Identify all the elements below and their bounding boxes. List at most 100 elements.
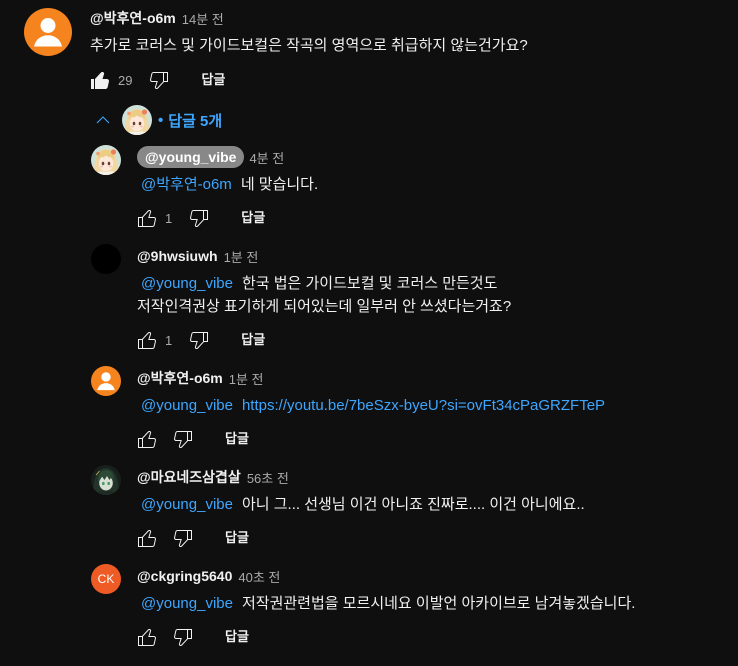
reply: @박후연-o6m 1분 전 @young_vibe https://youtu.b…: [91, 366, 635, 457]
reply-author-avatar[interactable]: [91, 465, 121, 495]
reply-time[interactable]: 1분 전: [224, 247, 259, 266]
thumbs-up-icon: [135, 526, 159, 550]
like-count: 1: [165, 332, 173, 348]
like-button[interactable]: [129, 520, 165, 556]
reply-message: 아니 그... 선생님 이건 아니죠 진짜로.... 이건 아니에요..: [241, 496, 585, 513]
thumbs-down-icon: [171, 625, 195, 649]
like-button[interactable]: [129, 421, 165, 457]
thumbs-up-icon: [135, 625, 159, 649]
reply-button[interactable]: 답글: [225, 200, 281, 236]
reply-text: @박후연-o6m 네 맞습니다.: [137, 173, 318, 196]
reply-header: @ckgring5640 40초 전: [137, 564, 635, 588]
thumbs-down-icon: [147, 68, 171, 92]
url-link[interactable]: https://youtu.be/7beSzx-byeU?si=ovFt34cP…: [242, 397, 605, 414]
comment-thread: @박후연-o6m 14분 전 추가로 코러스 및 가이드보컬은 작곡의 영역으로…: [24, 8, 528, 138]
default-person-icon: [91, 366, 121, 396]
reply-header: @박후연-o6m 1분 전: [137, 366, 605, 390]
reply-button[interactable]: 답글: [225, 322, 281, 358]
thumbs-up-icon: [135, 328, 159, 352]
comment-text: 추가로 코러스 및 가이드보컬은 작곡의 영역으로 취급하지 않는건가요?: [90, 37, 528, 54]
like-button[interactable]: [129, 322, 165, 358]
reply-author-avatar[interactable]: [91, 244, 121, 274]
reply-author[interactable]: @마요네즈삼겹살: [137, 467, 241, 487]
like-button[interactable]: [82, 62, 118, 98]
like-button[interactable]: [129, 619, 165, 655]
avatar-initials: CK: [97, 572, 115, 586]
reply-header: @마요네즈삼겹살 56초 전: [137, 465, 585, 489]
reply-text: @young_vibe https://youtu.be/7beSzx-byeU?…: [137, 394, 605, 417]
dislike-button[interactable]: [165, 520, 201, 556]
reply-author-avatar[interactable]: [91, 145, 121, 175]
reply-author[interactable]: @ckgring5640: [137, 568, 232, 584]
dislike-button[interactable]: [165, 619, 201, 655]
reply-author[interactable]: @박후연-o6m: [137, 368, 223, 388]
profile-image-icon: [91, 145, 121, 175]
reply-author[interactable]: @9hwsiuwh: [137, 248, 218, 264]
dislike-button[interactable]: [165, 421, 201, 457]
reply-actions: 답글: [129, 520, 585, 556]
comment-time[interactable]: 14분 전: [182, 9, 224, 28]
thumbs-down-icon: [171, 427, 195, 451]
reply-body: @9hwsiuwh 1분 전 @young_vibe 한국 법은 가이드보컬 및 …: [137, 244, 511, 358]
comment-author-avatar[interactable]: [24, 8, 72, 56]
thumbs-down-icon: [171, 526, 195, 550]
reply-body: @박후연-o6m 1분 전 @young_vibe https://youtu.b…: [137, 366, 605, 457]
thumbs-down-icon: [187, 328, 211, 352]
dislike-button[interactable]: [181, 200, 217, 236]
mention-link[interactable]: @young_vibe: [141, 275, 233, 292]
reply-header: @young_vibe 4분 전: [137, 145, 318, 169]
mention-link[interactable]: @young_vibe: [141, 496, 233, 513]
reply-button[interactable]: 답글: [209, 520, 265, 556]
reply-actions: 1 답글: [129, 200, 318, 236]
like-count: 1: [165, 210, 173, 226]
channel-owner-author-badge[interactable]: @young_vibe: [137, 146, 245, 168]
mention-link[interactable]: @young_vibe: [141, 595, 233, 612]
reply: CK @ckgring5640 40초 전 @young_vibe 저작권관련법을…: [91, 564, 635, 655]
reply-actions: 1 답글: [129, 322, 511, 358]
like-button[interactable]: [129, 200, 165, 236]
dislike-button[interactable]: [181, 322, 217, 358]
thumbs-up-filled-icon: [88, 68, 112, 92]
dislike-button[interactable]: [141, 62, 177, 98]
reply-message: 저작권관련법을 모르시네요 이발언 아카이브로 남겨놓겠습니다.: [241, 595, 636, 612]
comment-author[interactable]: @박후연-o6m: [90, 8, 176, 28]
reply-button[interactable]: 답글: [185, 62, 241, 98]
reply-message: 네 맞습니다.: [240, 176, 319, 193]
replies-author-avatar: [122, 105, 152, 135]
reply-text: @young_vibe 저작권관련법을 모르시네요 이발언 아카이브로 남겨놓겠습…: [137, 592, 635, 615]
mention-link[interactable]: @박후연-o6m: [141, 176, 232, 193]
reply-time[interactable]: 4분 전: [249, 148, 284, 167]
comment-header: @박후연-o6m 14분 전: [90, 8, 528, 28]
reply-author-avatar[interactable]: [91, 366, 121, 396]
default-person-icon: [24, 8, 72, 56]
reply-text: @young_vibe 한국 법은 가이드보컬 및 코러스 만든것도 저작인격권상…: [137, 272, 511, 318]
like-count: 29: [118, 72, 133, 88]
reply-time[interactable]: 1분 전: [229, 369, 264, 388]
replies-list: @young_vibe 4분 전 @박후연-o6m 네 맞습니다. 1 답글 @9…: [91, 145, 635, 663]
profile-image-icon: [91, 465, 121, 495]
comment-body: @박후연-o6m 14분 전 추가로 코러스 및 가이드보컬은 작곡의 영역으로…: [90, 8, 528, 138]
reply-actions: 답글: [129, 421, 605, 457]
reply: @마요네즈삼겹살 56초 전 @young_vibe 아니 그... 선생님 이건…: [91, 465, 635, 556]
replies-toggle[interactable]: • 답글 5개: [90, 102, 528, 138]
reply: @young_vibe 4분 전 @박후연-o6m 네 맞습니다. 1 답글: [91, 145, 635, 236]
thumbs-down-icon: [187, 206, 211, 230]
thumbs-up-icon: [135, 206, 159, 230]
reply-time[interactable]: 56초 전: [247, 468, 289, 487]
reply-actions: 답글: [129, 619, 635, 655]
comment-actions: 29 답글: [82, 62, 528, 98]
reply-body: @young_vibe 4분 전 @박후연-o6m 네 맞습니다. 1 답글: [137, 145, 318, 236]
chevron-up-icon: [91, 108, 115, 132]
profile-image-icon: [122, 105, 152, 135]
thumbs-up-icon: [135, 427, 159, 451]
reply-button[interactable]: 답글: [209, 421, 265, 457]
reply-body: @ckgring5640 40초 전 @young_vibe 저작권관련법을 모르…: [137, 564, 635, 655]
reply-header: @9hwsiuwh 1분 전: [137, 244, 511, 268]
reply-text: @young_vibe 아니 그... 선생님 이건 아니죠 진짜로.... 이건…: [137, 493, 585, 516]
bullet-separator: •: [158, 111, 164, 129]
reply-author-avatar[interactable]: CK: [91, 564, 121, 594]
reply-time[interactable]: 40초 전: [238, 567, 280, 586]
reply-body: @마요네즈삼겹살 56초 전 @young_vibe 아니 그... 선생님 이건…: [137, 465, 585, 556]
reply-button[interactable]: 답글: [209, 619, 265, 655]
mention-link[interactable]: @young_vibe: [141, 397, 233, 414]
